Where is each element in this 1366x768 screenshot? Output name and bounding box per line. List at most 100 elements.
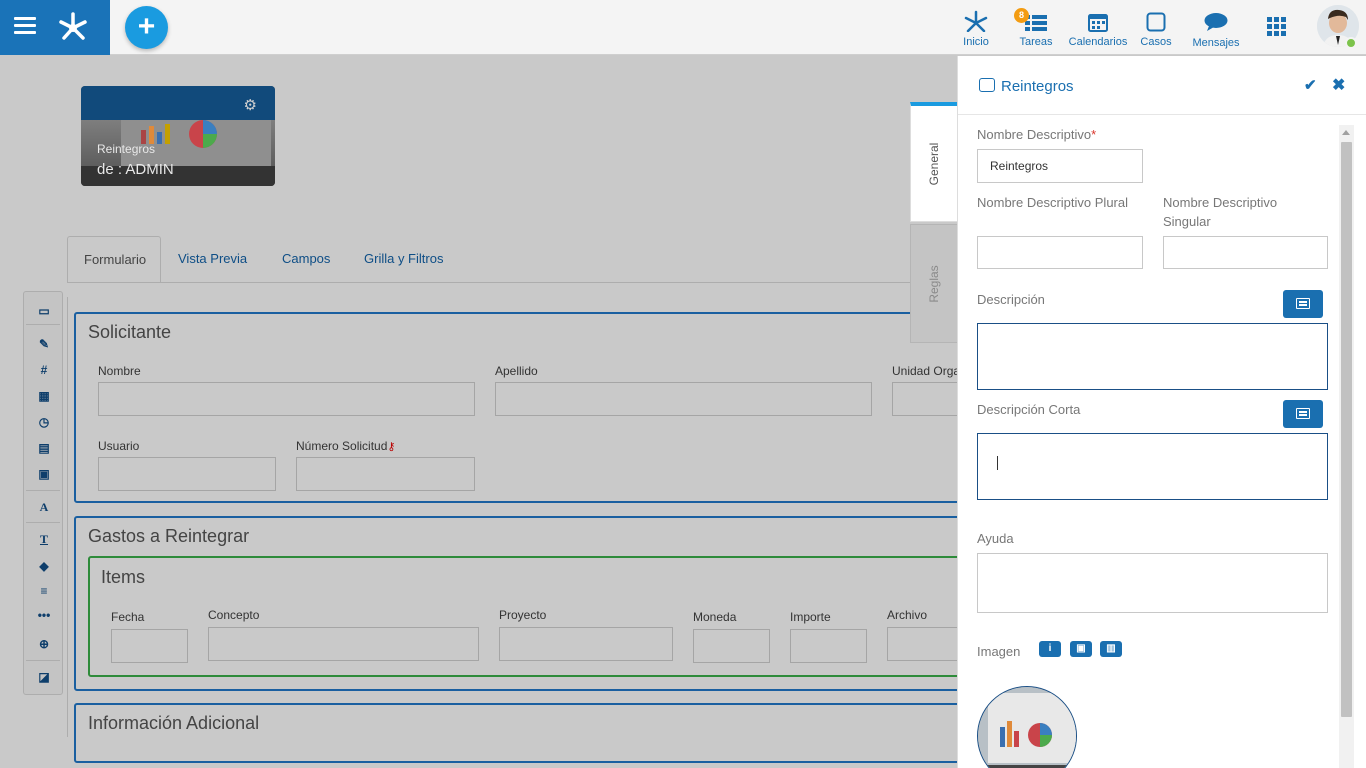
more-icon[interactable]: ••• (24, 608, 64, 622)
box-icon[interactable]: ◪ (24, 670, 64, 684)
items-grid[interactable]: Items Fecha Concepto Proyecto Moneda Imp… (88, 556, 968, 677)
column-label: Moneda (693, 610, 737, 624)
online-status-dot (1345, 37, 1357, 49)
card-subtitle: de : ADMIN (97, 161, 174, 178)
trash-icon[interactable]: ▥ (1100, 641, 1122, 657)
tab-formulario[interactable]: Formulario (67, 236, 161, 283)
panel-title: Reintegros (1001, 78, 1074, 95)
descripcion-label: Descripción (977, 292, 1045, 307)
brand-area (0, 0, 110, 55)
tab-reglas[interactable]: Reglas (910, 224, 957, 343)
label-icon[interactable]: T (24, 532, 64, 547)
panel-scrollbar[interactable] (1339, 125, 1354, 768)
calendar-icon[interactable]: ▦ (24, 389, 64, 403)
form-card[interactable]: ⚙ Reintegros de : ADMIN (81, 86, 275, 186)
key-icon: ⚷ (387, 441, 396, 453)
plural-label: Nombre Descriptivo Plural (977, 195, 1128, 210)
section-solicitante[interactable]: Solicitante Nombre Apellido Unidad Orga … (74, 312, 974, 503)
items-title: Items (101, 567, 146, 587)
section-title: Gastos a Reintegrar (88, 526, 250, 546)
app-logo-icon[interactable] (56, 10, 90, 42)
toolbox: ▭ ✎ # ▦ ◷ ▤ ▣ A T ◆ ≡ ••• ⊕ ◪ (23, 291, 63, 695)
rich-editor-button[interactable] (1283, 290, 1323, 318)
nombre-label: Nombre Descriptivo* (977, 127, 1097, 142)
nav-label: Calendarios (1068, 36, 1128, 48)
network-icon (964, 10, 988, 32)
message-icon (1204, 13, 1228, 31)
nombre-field[interactable] (98, 382, 475, 416)
file-icon[interactable]: ▤ (24, 441, 64, 455)
info-icon[interactable]: i (1039, 641, 1061, 657)
nav-inicio[interactable]: Inicio (955, 6, 997, 48)
hamburger-menu-icon[interactable] (14, 17, 36, 35)
card-title: Reintegros (97, 142, 156, 156)
text-icon[interactable]: A (24, 500, 64, 515)
gear-icon[interactable]: ⚙ (244, 96, 257, 114)
section-gastos[interactable]: Gastos a Reintegrar Items Fecha Concepto… (74, 516, 974, 691)
moneda-field[interactable] (693, 629, 770, 663)
align-icon[interactable]: ≡ (24, 584, 64, 598)
usuario-field[interactable] (98, 457, 276, 491)
section-title: Información Adicional (88, 713, 260, 733)
nombre-singular-input[interactable] (1163, 236, 1328, 269)
concepto-field[interactable] (208, 627, 479, 661)
ayuda-label: Ayuda (977, 531, 1014, 546)
column-label: Fecha (111, 610, 145, 624)
field-label: Unidad Orga (892, 364, 961, 378)
close-icon[interactable]: ✖ (1332, 75, 1345, 95)
rich-editor-button[interactable] (1283, 400, 1323, 428)
fecha-field[interactable] (111, 629, 188, 663)
nav-label: Casos (1140, 36, 1172, 48)
descripcion-corta-label: Descripción Corta (977, 402, 1081, 417)
tab-underline (67, 282, 957, 283)
cases-icon (1146, 12, 1166, 32)
panel-header: Reintegros ✔ ✖ (958, 56, 1366, 115)
nav-label: Inicio (963, 36, 989, 48)
column-label: Concepto (208, 608, 260, 622)
plus-circle-icon[interactable]: ⊕ (24, 637, 64, 651)
nombre-descriptivo-input[interactable]: Reintegros (977, 149, 1143, 183)
add-button[interactable]: + (125, 6, 168, 49)
field-label: Apellido (495, 364, 538, 378)
top-bar: + Inicio 8 Tareas Calendarios Casos Mens… (0, 0, 1366, 55)
nav-tareas[interactable]: 8 Tareas (1014, 6, 1055, 48)
singular-label: Nombre Descriptivo Singular (1163, 195, 1278, 229)
descripcion-input[interactable] (977, 323, 1328, 390)
tab-vista-previa[interactable]: Vista Previa (162, 236, 263, 283)
upload-image-icon[interactable]: ▣ (1070, 641, 1092, 657)
apellido-field[interactable] (495, 382, 872, 416)
column-label: Importe (790, 610, 831, 624)
proyecto-field[interactable] (499, 627, 673, 661)
tab-general[interactable]: General (910, 102, 957, 222)
image-icon[interactable]: ▣ (24, 467, 64, 481)
nombre-plural-input[interactable] (977, 236, 1143, 269)
nav-label: Tareas (1019, 36, 1053, 48)
form-canvas: Solicitante Nombre Apellido Unidad Orga … (67, 297, 974, 763)
ayuda-textarea[interactable] (977, 553, 1328, 613)
numero-solicitud-label: Número Solicitud⚷ (296, 439, 396, 453)
nav-mensajes[interactable]: Mensajes (1191, 6, 1241, 49)
archivo-field[interactable] (887, 627, 967, 661)
importe-field[interactable] (790, 629, 867, 663)
numero-solicitud-field[interactable] (296, 457, 475, 491)
tags-icon[interactable]: ◆ (24, 559, 64, 573)
column-label: Proyecto (499, 608, 547, 622)
apps-grid-icon[interactable] (1267, 17, 1286, 36)
nav-calendarios[interactable]: Calendarios (1068, 6, 1128, 48)
tab-grilla-filtros[interactable]: Grilla y Filtros (348, 236, 459, 283)
hash-icon[interactable]: # (24, 363, 64, 377)
edit-icon[interactable]: ✎ (24, 337, 64, 351)
calendar-icon (1088, 14, 1108, 32)
section-title: Solicitante (88, 322, 172, 342)
confirm-check-icon[interactable]: ✔ (1304, 76, 1317, 94)
laptop-icon[interactable]: ▭ (24, 304, 64, 318)
imagen-label: Imagen (977, 644, 1021, 659)
tab-campos[interactable]: Campos (266, 236, 346, 283)
section-informacion-adicional[interactable]: Información Adicional (74, 703, 974, 763)
nav-casos[interactable]: Casos (1138, 6, 1174, 48)
field-label: Usuario (98, 439, 140, 453)
form-icon (979, 78, 995, 92)
nav-label: Mensajes (1192, 37, 1240, 49)
descripcion-corta-input[interactable] (977, 433, 1328, 500)
clock-icon[interactable]: ◷ (24, 415, 64, 429)
